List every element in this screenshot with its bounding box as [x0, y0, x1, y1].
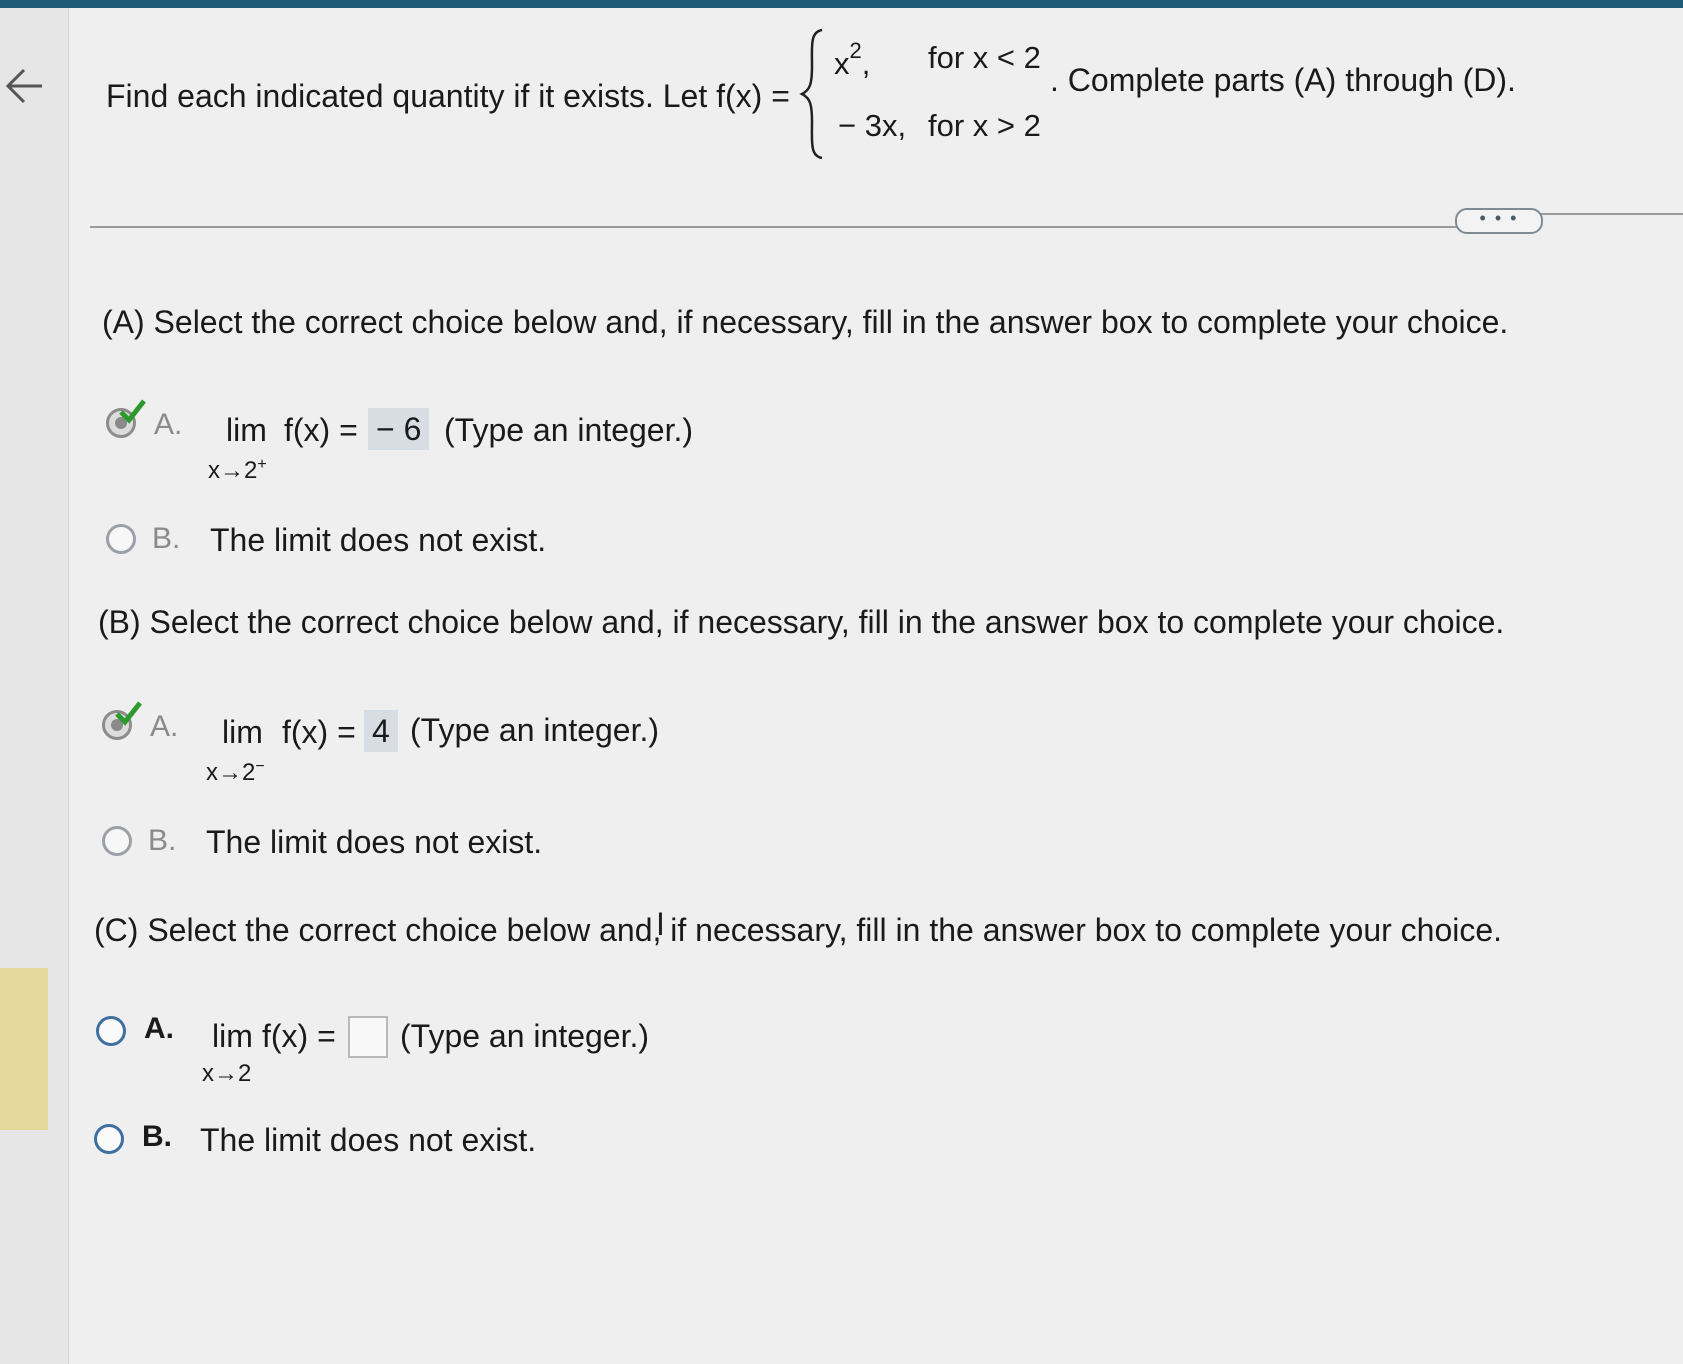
- piece2-condition: for x > 2: [928, 108, 1041, 143]
- piece1-expression: x2,: [834, 38, 871, 81]
- part-c-choice-a-letter: A.: [144, 1012, 174, 1045]
- part-a-choice-b-letter: B.: [152, 522, 181, 555]
- divider: [1540, 213, 1683, 215]
- part-c-choice-b-text: The limit does not exist.: [200, 1122, 537, 1158]
- divider: [90, 226, 1540, 228]
- main-content: [69, 8, 1683, 1364]
- type-hint: (Type an integer.): [444, 412, 694, 448]
- question-intro: Find each indicated quantity if it exist…: [106, 78, 790, 114]
- checkmark-icon: [115, 701, 142, 726]
- part-b-choice-a-letter: A.: [150, 710, 179, 743]
- fx-label: f(x) =: [262, 1018, 336, 1054]
- part-a-prompt: (A) Select the correct choice below and,…: [102, 304, 1509, 340]
- piecewise-brace-icon: [799, 28, 823, 160]
- fx-label: f(x) =: [282, 714, 356, 750]
- limit-subscript: x→2−: [206, 758, 265, 786]
- part-a-choice-b-radio[interactable]: [106, 524, 136, 554]
- text-cursor-icon: I: [656, 906, 665, 942]
- question-outro: . Complete parts (A) through (D).: [1050, 62, 1516, 98]
- part-a-choice-b-text: The limit does not exist.: [210, 522, 547, 558]
- type-hint: (Type an integer.): [410, 712, 660, 748]
- part-b-choice-b-radio[interactable]: [102, 826, 132, 856]
- part-a-choice-a-letter: A.: [154, 408, 183, 441]
- part-b-choice-b-letter: B.: [148, 824, 177, 857]
- part-c-prompt: (C) Select the correct choice below and,…: [94, 912, 1503, 948]
- highlight-marker: [0, 968, 48, 1130]
- part-c-choice-b-radio[interactable]: [94, 1124, 124, 1154]
- part-c-choice-a-radio[interactable]: [96, 1016, 126, 1046]
- left-panel: [0, 8, 69, 1364]
- limit-subscript: x→2: [202, 1060, 252, 1087]
- fx-label: f(x) =: [284, 412, 358, 448]
- part-b-answer-box[interactable]: 4: [364, 710, 398, 752]
- part-c-choice-b-letter: B.: [142, 1120, 172, 1153]
- piece2-expression: − 3x,: [838, 108, 907, 143]
- top-bar: [0, 0, 1683, 8]
- lim-label: lim: [222, 714, 263, 750]
- part-c-answer-input[interactable]: [348, 1016, 388, 1058]
- piece1-condition: for x < 2: [928, 40, 1041, 75]
- type-hint: (Type an integer.): [400, 1018, 650, 1054]
- part-b-prompt: (B) Select the correct choice below and,…: [98, 604, 1505, 640]
- part-a-answer-box[interactable]: − 6: [368, 408, 430, 450]
- limit-subscript: x→2+: [208, 456, 267, 484]
- part-b-choice-b-text: The limit does not exist.: [206, 824, 543, 860]
- back-arrow-icon[interactable]: [2, 62, 46, 110]
- lim-label: lim: [226, 412, 267, 448]
- lim-label: lim: [212, 1018, 253, 1054]
- checkmark-icon: [119, 399, 146, 424]
- more-options-button[interactable]: • • •: [1455, 208, 1543, 234]
